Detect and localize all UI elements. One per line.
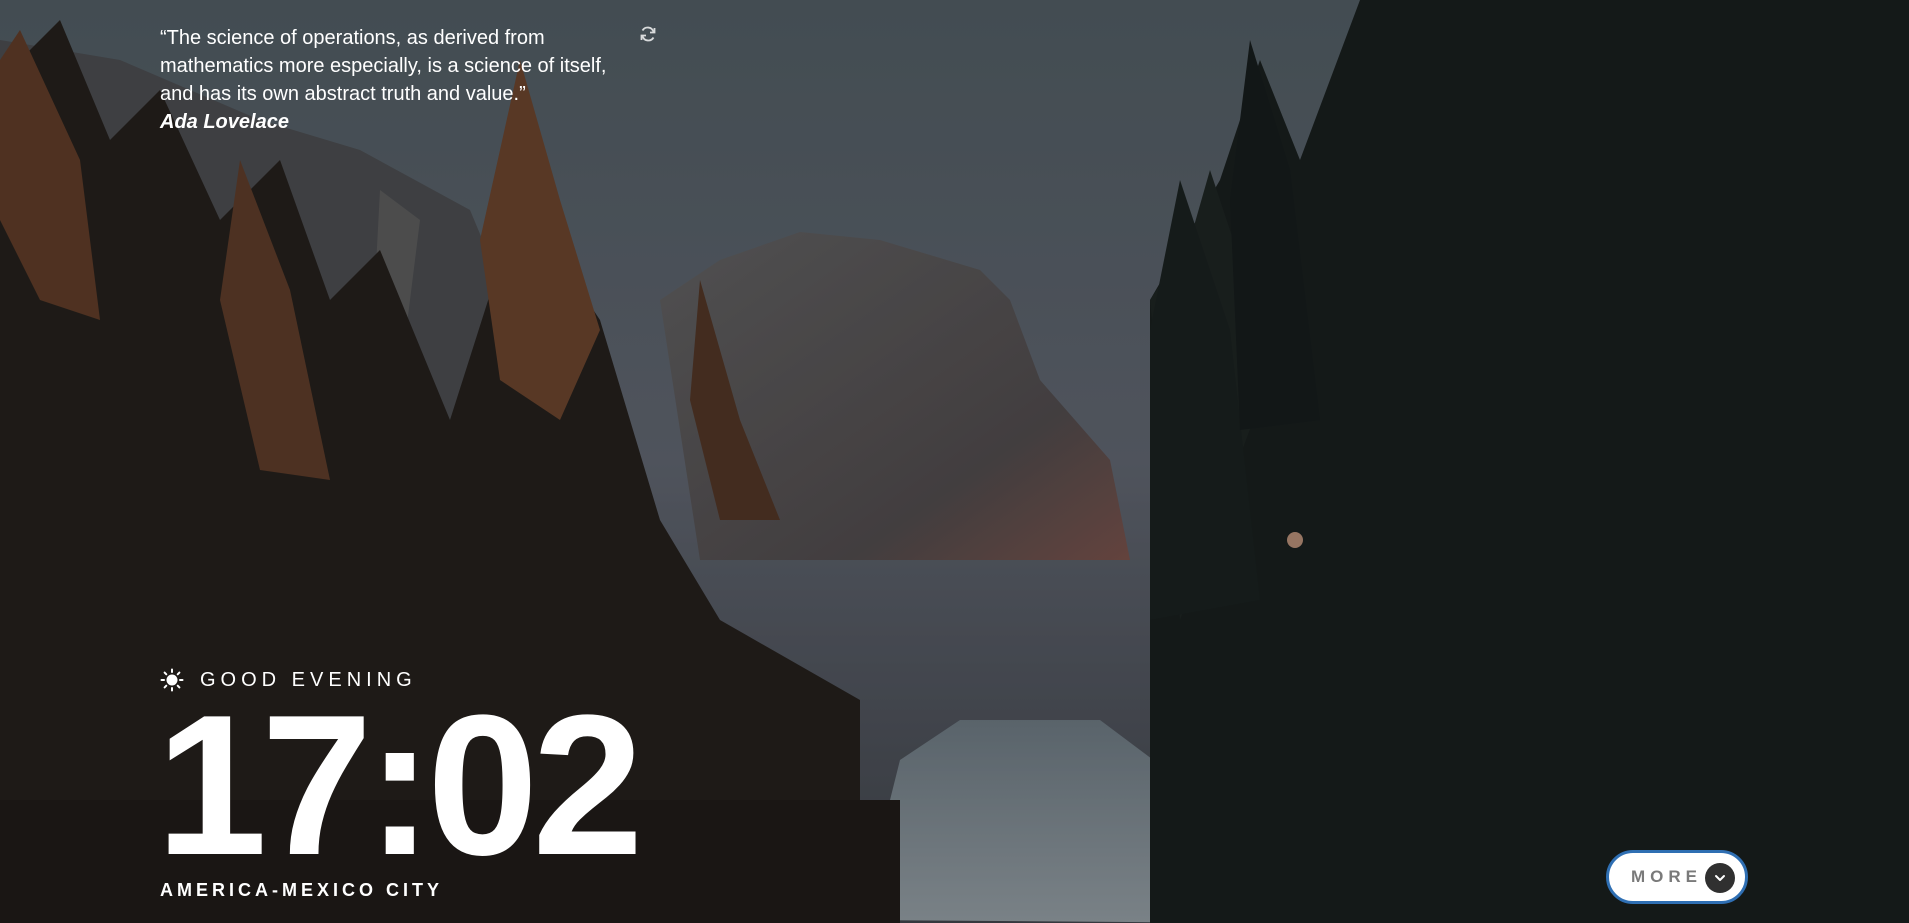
quote-text: “The science of operations, as derived f…: [160, 27, 607, 105]
chevron-down-icon: [1705, 863, 1735, 893]
more-button-label: MORE: [1631, 867, 1702, 886]
refresh-icon: [639, 25, 657, 48]
more-button[interactable]: MORE: [1606, 850, 1748, 904]
clock-time: 17:02: [156, 674, 644, 897]
quote-panel: “The science of operations, as derived f…: [160, 24, 680, 136]
location-text: AMERICA-MEXICO CITY: [160, 880, 443, 900]
quote-author: Ada Lovelace: [160, 111, 289, 133]
refresh-quote-button[interactable]: [636, 24, 660, 48]
